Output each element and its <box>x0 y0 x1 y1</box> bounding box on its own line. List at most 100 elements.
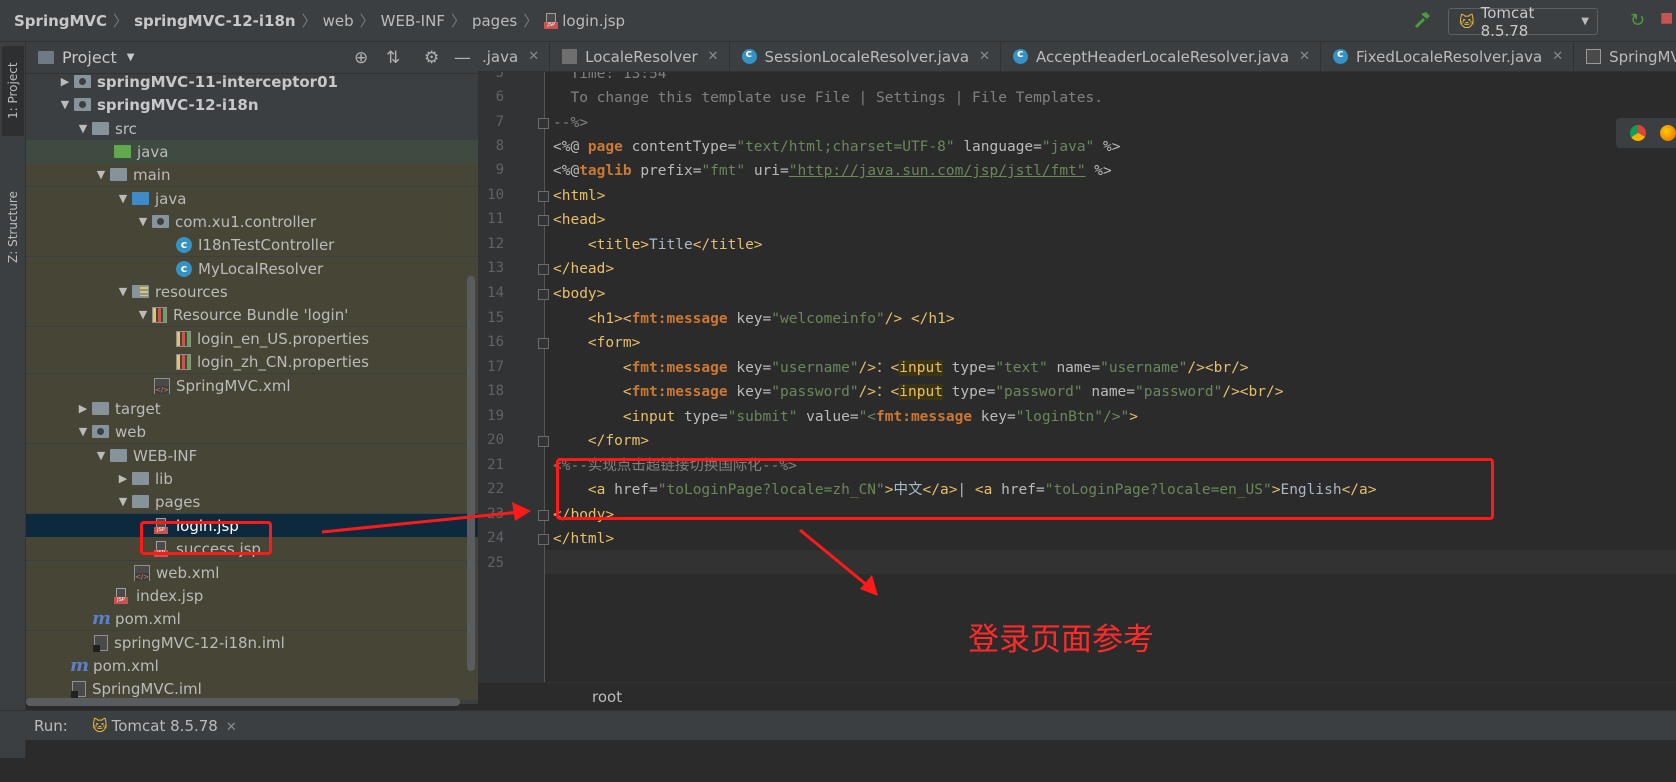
fold-marker-icon[interactable] <box>538 289 549 300</box>
expand-arrow-icon[interactable]: ▶ <box>56 75 74 88</box>
collapse-arrow-icon[interactable]: ▼ <box>92 449 110 462</box>
tree-node[interactable]: java <box>26 140 478 163</box>
tree-node[interactable]: springMVC-12-i18n.iml <box>26 631 478 654</box>
tree-node[interactable]: ▼ src <box>26 117 478 140</box>
code-line: <body> <box>553 286 606 302</box>
web-folder-icon <box>92 425 109 438</box>
firefox-icon[interactable] <box>1660 125 1676 141</box>
expand-arrow-icon[interactable]: ▶ <box>74 402 92 415</box>
gear-icon[interactable]: ⚙ <box>424 48 439 68</box>
xml-file-icon <box>134 564 150 581</box>
collapse-arrow-icon[interactable]: ▼ <box>134 215 152 228</box>
fold-marker-icon[interactable] <box>538 534 549 545</box>
code-editor[interactable]: 5 6 7 8 9 10 11 12 13 14 15 16 17 18 19 … <box>478 72 1676 682</box>
tab-fixed-locale-resolver[interactable]: FixedLocaleResolver.java✕ <box>1321 42 1575 71</box>
build-hammer-icon[interactable] <box>1412 10 1432 30</box>
tab-project-tool-window[interactable]: 1: Project <box>2 46 24 136</box>
collapse-arrow-icon[interactable]: ▼ <box>56 98 74 111</box>
tree-node[interactable]: ▼ java <box>26 187 478 210</box>
line-number: 11 <box>487 211 504 227</box>
tree-node[interactable]: ▼ resources <box>26 280 478 303</box>
package-icon <box>152 215 169 228</box>
crumb-pages[interactable]: pages <box>472 12 517 30</box>
code-line: </head> <box>553 261 615 277</box>
tree-node[interactable]: ▶ lib <box>26 467 478 490</box>
close-icon[interactable]: ✕ <box>1552 49 1563 64</box>
close-icon[interactable]: ✕ <box>708 49 719 64</box>
tree-node[interactable]: ▼ com.xu1.controller <box>26 210 478 233</box>
tree-node[interactable]: c MyLocalResolver <box>26 257 478 280</box>
stop-icon[interactable]: ■ <box>1660 10 1676 26</box>
tab-java[interactable]: .java ✕ <box>478 42 551 71</box>
code-line: <form> <box>553 335 641 351</box>
tree-node[interactable]: ▼ Resource Bundle 'login' <box>26 303 478 326</box>
locate-target-icon[interactable]: ⊕ <box>354 48 368 68</box>
tree-node[interactable]: SpringMVC.xml <box>26 374 478 397</box>
tree-node[interactable]: SpringMVC.iml <box>26 677 478 700</box>
tab-structure-tool-window[interactable]: Z: Structure <box>2 152 24 302</box>
fold-marker-icon[interactable] <box>538 436 549 447</box>
tab-accept-header-locale-resolver[interactable]: AcceptHeaderLocaleResolver.java✕ <box>1001 42 1321 71</box>
tree-horizontal-scrollbar[interactable] <box>26 698 460 706</box>
tree-node[interactable]: c I18nTestController <box>26 233 478 256</box>
close-icon[interactable]: ✕ <box>979 49 990 64</box>
minimize-icon[interactable]: — <box>454 48 471 68</box>
tree-node[interactable]: login_zh_CN.properties <box>26 350 478 373</box>
chevron-down-icon: ▼ <box>1581 16 1589 27</box>
tree-node[interactable]: JSP index.jsp <box>26 584 478 607</box>
crumb-web-inf[interactable]: WEB-INF <box>381 12 445 30</box>
close-icon[interactable]: ✕ <box>528 49 539 64</box>
code-line: <fmt:message key="password"/>：<input typ… <box>553 384 1284 400</box>
project-view-selector[interactable]: Project ▼ <box>38 48 134 67</box>
tree-node[interactable]: ▶ springMVC-11-interceptor01 <box>26 74 478 93</box>
breadcrumb-root[interactable]: root <box>592 688 622 706</box>
crumb-project[interactable]: SpringMVC <box>14 12 107 30</box>
fold-marker-icon[interactable] <box>538 118 549 129</box>
collapse-arrow-icon[interactable]: ▼ <box>92 168 110 181</box>
tree-node[interactable]: ▼ springMVC-12-i18n <box>26 93 478 116</box>
tree-vertical-scrollbar[interactable] <box>467 276 475 671</box>
collapse-arrow-icon[interactable]: ▼ <box>74 122 92 135</box>
tree-node[interactable]: ▼ WEB-INF <box>26 444 478 467</box>
crumb-file[interactable]: login.jsp <box>562 12 625 30</box>
run-configuration-select[interactable]: 🐱 Tomcat 8.5.78 ▼ <box>1448 4 1598 40</box>
tree-node[interactable]: ▼ pages <box>26 490 478 513</box>
tab-locale-resolver[interactable]: LocaleResolver ✕ <box>550 42 730 71</box>
chrome-icon[interactable] <box>1630 125 1646 141</box>
line-number: 18 <box>487 383 504 399</box>
close-icon[interactable]: ✕ <box>226 720 237 735</box>
fold-marker-icon[interactable] <box>538 264 549 275</box>
line-number: 24 <box>487 530 504 546</box>
tree-node[interactable]: ▼ web <box>26 420 478 443</box>
fold-marker-icon[interactable] <box>538 191 549 202</box>
source-folder-icon <box>114 145 131 158</box>
tab-session-locale-resolver[interactable]: SessionLocaleResolver.java✕ <box>730 42 1002 71</box>
tree-node[interactable]: ▼ main <box>26 163 478 186</box>
rerun-icon[interactable]: ↻ <box>1630 10 1645 31</box>
fold-marker-icon[interactable] <box>538 510 549 521</box>
collapse-arrow-icon[interactable]: ▼ <box>114 192 132 205</box>
close-icon[interactable]: ✕ <box>1299 49 1310 64</box>
annotation-note: 登录页面参考 <box>968 622 1154 658</box>
collapse-all-icon[interactable]: ⇅ <box>386 48 400 68</box>
tree-node[interactable]: ▶ target <box>26 397 478 420</box>
fold-marker-icon[interactable] <box>538 215 549 226</box>
folder-icon <box>92 122 109 135</box>
fold-marker-icon[interactable] <box>538 338 549 349</box>
line-number: 12 <box>487 236 504 252</box>
tree-node[interactable]: m pom.xml <box>26 654 478 677</box>
collapse-arrow-icon[interactable]: ▼ <box>74 425 92 438</box>
crumb-module[interactable]: springMVC-12-i18n <box>134 12 296 30</box>
tomcat-icon: 🐱 <box>1459 12 1475 31</box>
tree-node[interactable]: web.xml <box>26 561 478 584</box>
collapse-arrow-icon[interactable]: ▼ <box>114 285 132 298</box>
collapse-arrow-icon[interactable]: ▼ <box>114 495 132 508</box>
tree-node[interactable]: login_en_US.properties <box>26 327 478 350</box>
crumb-web[interactable]: web <box>323 12 354 30</box>
java-class-icon <box>741 47 757 64</box>
run-tab-tomcat[interactable]: 🐱 Tomcat 8.5.78 ✕ <box>92 717 237 735</box>
expand-arrow-icon[interactable]: ▶ <box>114 472 132 485</box>
collapse-arrow-icon[interactable]: ▼ <box>134 308 152 321</box>
tree-node[interactable]: m pom.xml <box>26 607 478 630</box>
tab-springmvc[interactable]: SpringMVC <box>1574 42 1676 71</box>
